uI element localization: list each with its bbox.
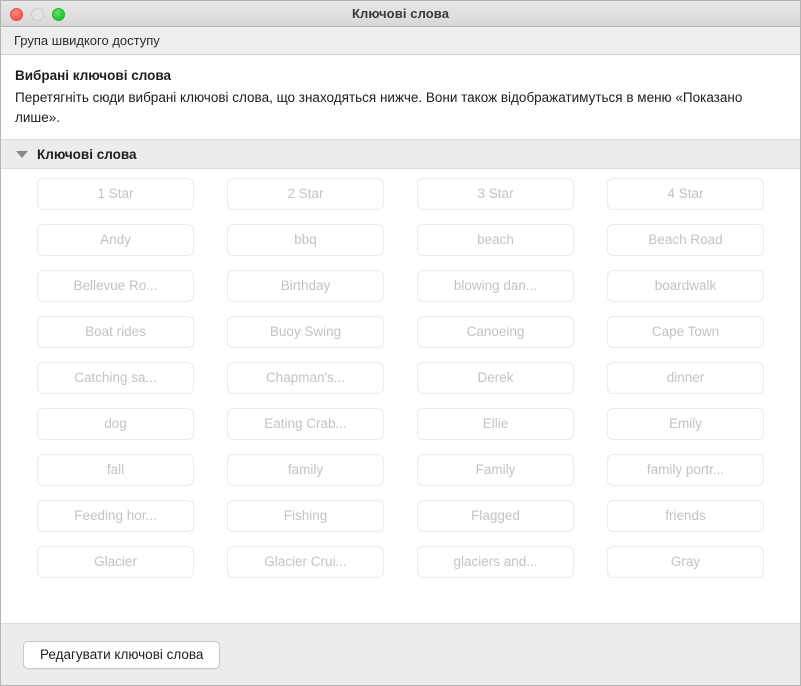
quick-group-label: Група швидкого доступу bbox=[14, 33, 160, 48]
keyword-item[interactable]: beach bbox=[417, 224, 574, 257]
keyword-item[interactable]: Bellevue Ro... bbox=[37, 270, 194, 303]
keyword-item[interactable]: Canoeing bbox=[417, 316, 574, 349]
keyword-item[interactable]: Catching sa... bbox=[37, 362, 194, 395]
keyword-item[interactable]: dog bbox=[37, 408, 194, 441]
triangle-down-icon[interactable] bbox=[16, 150, 28, 158]
keyword-item[interactable]: 1 Star bbox=[37, 178, 194, 211]
keyword-item[interactable]: fall bbox=[37, 454, 194, 487]
keyword-item[interactable]: Fishing bbox=[227, 500, 384, 533]
keyword-item[interactable]: Buoy Swing bbox=[227, 316, 384, 349]
keyword-item[interactable]: family bbox=[227, 454, 384, 487]
window-title: Ключові слова bbox=[351, 6, 450, 21]
keyword-item[interactable]: Glacier Crui... bbox=[227, 546, 384, 579]
keyword-item[interactable]: glaciers and... bbox=[417, 546, 574, 579]
minimize-button[interactable] bbox=[31, 7, 44, 21]
keyword-item[interactable]: Emily bbox=[607, 408, 764, 441]
window-footer: Редагувати ключові слова bbox=[1, 623, 800, 685]
maximize-button[interactable] bbox=[52, 7, 65, 21]
keyword-item[interactable]: bbq bbox=[227, 224, 384, 257]
selected-keywords-title: Вибрані ключові слова bbox=[15, 68, 171, 83]
keyword-item[interactable]: boardwalk bbox=[607, 270, 764, 303]
keyword-item[interactable]: Chapman's... bbox=[227, 362, 384, 395]
close-button[interactable] bbox=[10, 7, 23, 21]
edit-keywords-button[interactable]: Редагувати ключові слова bbox=[23, 640, 221, 669]
keyword-item[interactable]: Ellie bbox=[417, 408, 574, 441]
keyword-item[interactable]: blowing dan... bbox=[417, 270, 574, 303]
window-controls bbox=[10, 1, 65, 27]
keyword-item[interactable]: family portr... bbox=[607, 454, 764, 487]
keyword-item[interactable]: Derek bbox=[417, 362, 574, 395]
keyword-item[interactable]: Eating Crab... bbox=[227, 408, 384, 441]
window-titlebar: Ключові слова bbox=[1, 1, 800, 27]
keyword-item[interactable]: friends bbox=[607, 500, 764, 533]
keyword-item[interactable]: Birthday bbox=[227, 270, 384, 303]
keyword-item[interactable]: Family bbox=[417, 454, 574, 487]
keyword-item[interactable]: Flagged bbox=[417, 500, 574, 533]
keyword-item[interactable]: 2 Star bbox=[227, 178, 384, 211]
keyword-item[interactable]: Beach Road bbox=[607, 224, 764, 257]
keyword-item[interactable]: Cape Town bbox=[607, 316, 764, 349]
keyword-item[interactable]: dinner bbox=[607, 362, 764, 395]
keyword-item[interactable]: 4 Star bbox=[607, 178, 764, 211]
keyword-item[interactable]: Feeding hor... bbox=[37, 500, 194, 533]
quick-group-toolbar: Група швидкого доступу bbox=[1, 27, 800, 55]
keywords-window: Ключові слова Група швидкого доступу Виб… bbox=[0, 0, 801, 686]
keywords-grid: 1 Star 2 Star 3 Star 4 Star Andy bbq beach Beac… bbox=[1, 178, 800, 579]
keyword-item[interactable]: 3 Star bbox=[417, 178, 574, 211]
selected-keywords-description: Перетягніть сюди вибрані ключові слова, … bbox=[15, 90, 743, 125]
keyword-item[interactable]: Glacier bbox=[37, 546, 194, 579]
keywords-grid-container: 1 Star 2 Star 3 Star 4 Star Andy bbq beach Beac… bbox=[1, 169, 800, 623]
keyword-item[interactable]: Gray bbox=[607, 546, 764, 579]
keywords-section-header[interactable]: Ключові слова bbox=[1, 139, 800, 170]
keyword-item[interactable]: Boat rides bbox=[37, 316, 194, 349]
keywords-section-title: Ключові слова bbox=[37, 146, 137, 162]
keyword-item[interactable]: Andy bbox=[37, 224, 194, 257]
selected-keywords-drop-area[interactable]: Вибрані ключові слова Перетягніть сюди в… bbox=[1, 55, 800, 140]
